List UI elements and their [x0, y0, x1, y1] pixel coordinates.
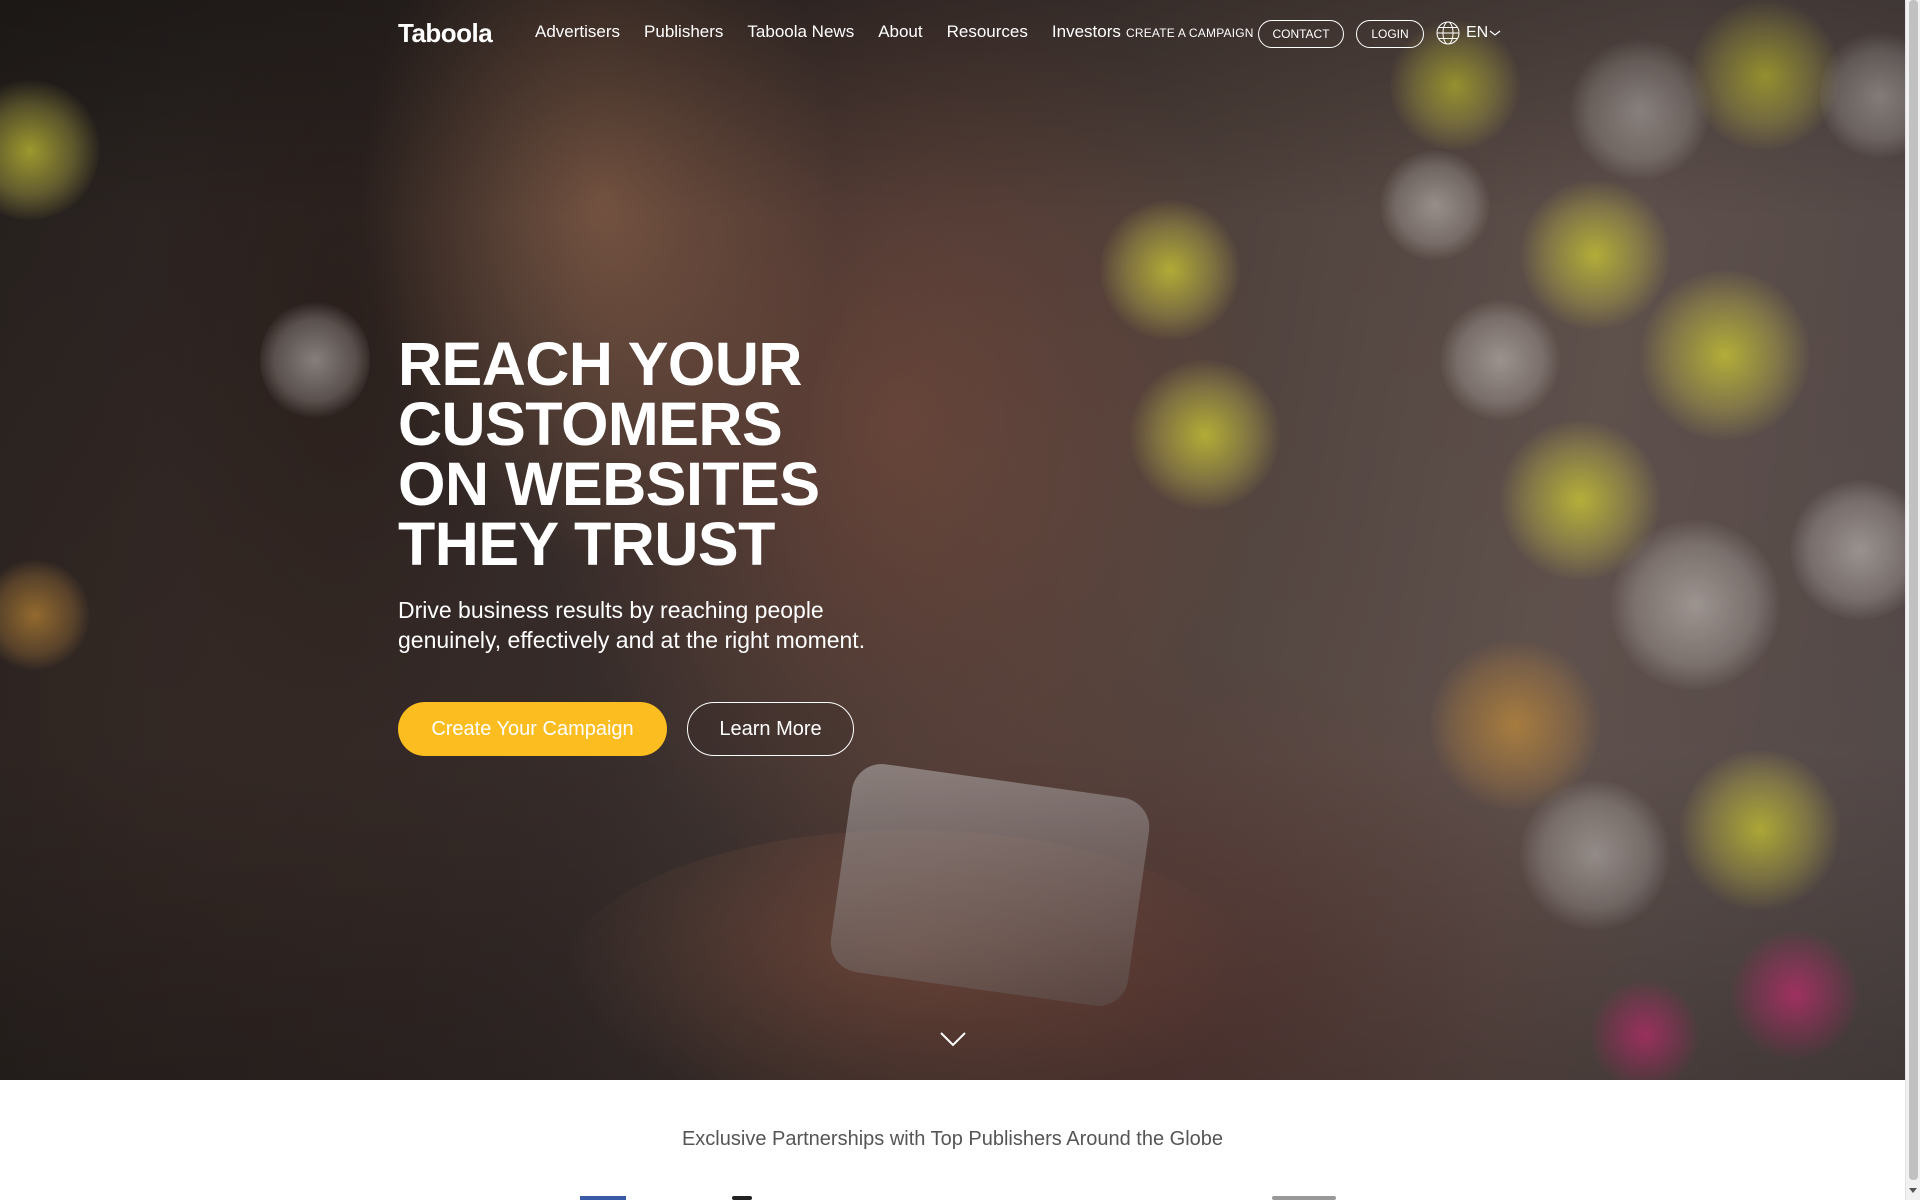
learn-more-button[interactable]: Learn More	[687, 702, 854, 756]
nav-links: Advertisers Publishers Taboola News Abou…	[535, 22, 1145, 42]
create-campaign-link[interactable]: CREATE A CAMPAIGN	[1126, 26, 1254, 40]
hero-section: Taboola Advertisers Publishers Taboola N…	[0, 0, 1905, 1080]
taboola-logo[interactable]: Taboola	[398, 18, 493, 49]
hero-title: REACH YOUR CUSTOMERS ON WEBSITES THEY TR…	[398, 330, 918, 578]
nav-link-publishers[interactable]: Publishers	[644, 22, 723, 42]
page-scrollbar[interactable]	[1905, 0, 1920, 1200]
partners-title: Exclusive Partnerships with Top Publishe…	[681, 1128, 1224, 1150]
hero-overlay	[0, 0, 1905, 1080]
create-your-campaign-button[interactable]: Create Your Campaign	[398, 702, 667, 756]
nav-link-resources[interactable]: Resources	[947, 22, 1028, 42]
hero-subtitle: Drive business results by reaching peopl…	[398, 597, 866, 653]
partners-section: Exclusive Partnerships with Top Publishe…	[0, 1080, 1905, 1200]
chevron-down-icon	[1488, 28, 1502, 38]
hero-title-line: REACH YOUR	[398, 330, 802, 398]
top-navbar: Taboola Advertisers Publishers Taboola N…	[0, 0, 1905, 70]
hero-title-line: ON WEBSITES	[398, 450, 820, 518]
partner-logo	[732, 1196, 752, 1200]
scrollbar-down-arrow[interactable]	[1909, 1188, 1917, 1193]
login-button[interactable]: LOGIN	[1356, 20, 1424, 48]
nav-link-advertisers[interactable]: Advertisers	[535, 22, 620, 42]
nav-link-about[interactable]: About	[878, 22, 922, 42]
language-label: EN	[1466, 24, 1489, 41]
partner-logo	[1272, 1196, 1336, 1200]
nav-link-taboola-news[interactable]: Taboola News	[747, 22, 854, 42]
scrollbar-thumb[interactable]	[1909, 0, 1918, 1180]
language-selector[interactable]: EN	[1436, 21, 1502, 45]
contact-button[interactable]: CONTACT	[1258, 20, 1344, 48]
globe-icon	[1436, 21, 1460, 45]
hero-title-line: THEY TRUST	[398, 510, 775, 578]
nav-link-investors[interactable]: Investors	[1052, 22, 1121, 42]
hero-title-line: CUSTOMERS	[398, 390, 783, 458]
scroll-down-icon[interactable]	[939, 1030, 967, 1048]
partner-logo	[580, 1196, 626, 1200]
